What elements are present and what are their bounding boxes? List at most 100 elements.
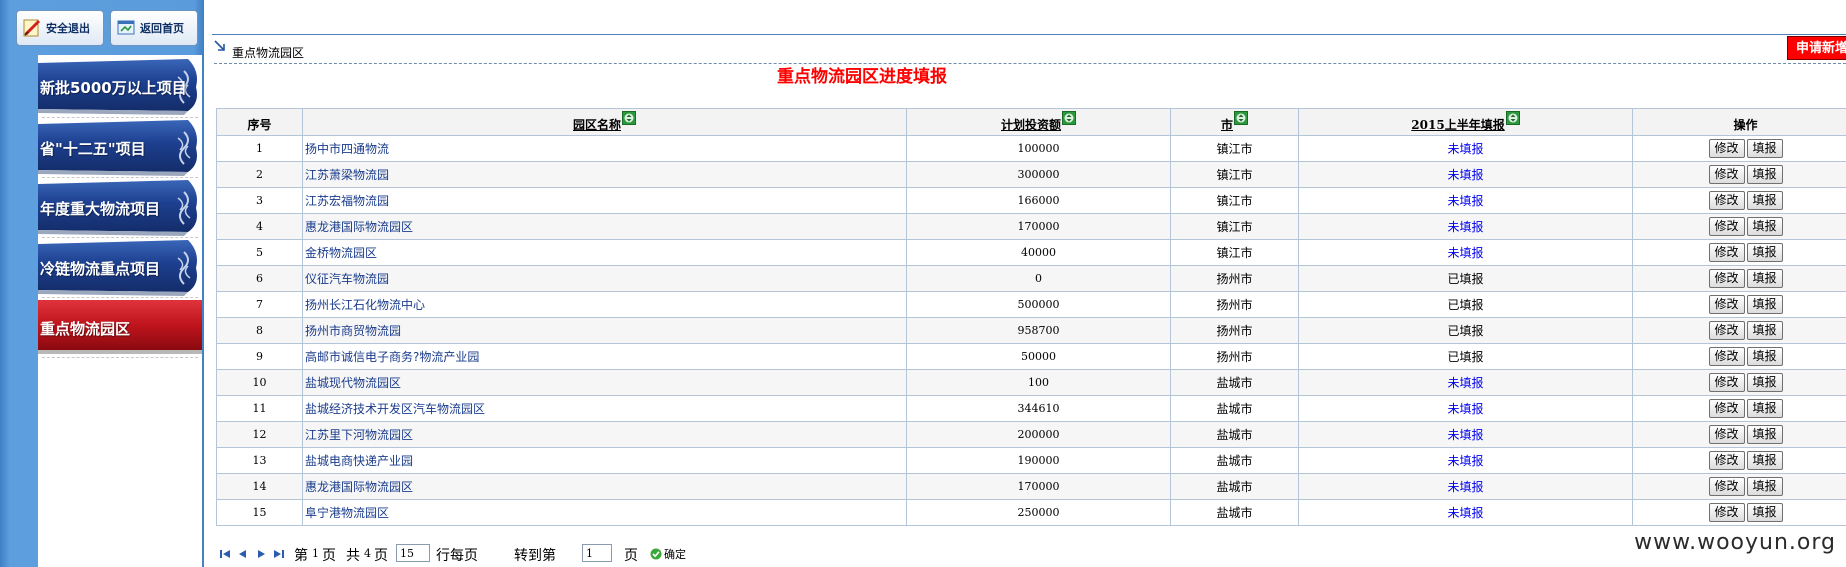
next-page-icon[interactable]	[254, 547, 268, 561]
goto-confirm-button[interactable]: 确定	[650, 546, 686, 562]
fill-report-button[interactable]: 填报	[1746, 269, 1783, 288]
column-header-label[interactable]: 计划投资额	[1001, 118, 1061, 132]
cell-report-status[interactable]: 未填报	[1298, 447, 1633, 474]
edit-button[interactable]: 修改	[1708, 165, 1745, 184]
first-page-icon[interactable]	[218, 547, 232, 561]
menu-divider	[42, 297, 198, 298]
fill-report-button[interactable]: 填报	[1746, 503, 1783, 522]
sidebar-item-twelfth-five-year[interactable]: 省"十二五"项目	[38, 120, 202, 176]
cell-report-status[interactable]: 未填报	[1298, 161, 1633, 188]
last-page-icon[interactable]	[272, 547, 286, 561]
cell-report-status[interactable]: 未填报	[1298, 395, 1633, 422]
edit-button[interactable]: 修改	[1708, 295, 1745, 314]
sort-icon[interactable]	[1062, 111, 1076, 125]
pagination-bar: 第 1 页 共 4 页 行每页 转到第 页 确定	[218, 543, 818, 565]
cell-park-name-link[interactable]: 惠龙港国际物流园区	[302, 213, 907, 240]
cell-investment: 50000	[906, 343, 1171, 370]
cell-park-name-link[interactable]: 阜宁港物流园区	[302, 499, 907, 526]
sidebar: 安全退出 返回首页 新批5000万以上项目 省"十二五"项目 年度重大物流项目 …	[0, 0, 204, 567]
table-header-row: 序号 园区名称 计划投资额 市 2015上半年填报 操作	[216, 108, 1846, 136]
fill-report-button[interactable]: 填报	[1746, 399, 1783, 418]
fill-report-button[interactable]: 填报	[1746, 321, 1783, 340]
fill-report-button[interactable]: 填报	[1746, 295, 1783, 314]
table-row: 4 惠龙港国际物流园区 170000 镇江市 未填报 修改 填报	[216, 213, 1846, 240]
cell-report-status[interactable]: 未填报	[1298, 421, 1633, 448]
cell-park-name-link[interactable]: 惠龙港国际物流园区	[302, 473, 907, 500]
column-header-name[interactable]: 园区名称	[302, 108, 907, 136]
fill-report-button[interactable]: 填报	[1746, 347, 1783, 366]
column-header-report[interactable]: 2015上半年填报	[1298, 108, 1633, 136]
edit-button[interactable]: 修改	[1708, 191, 1745, 210]
edit-button[interactable]: 修改	[1708, 139, 1745, 158]
sidebar-item-new-projects[interactable]: 新批5000万以上项目	[38, 59, 202, 115]
sort-icon[interactable]	[1234, 111, 1248, 125]
cell-report-status[interactable]: 未填报	[1298, 369, 1633, 396]
column-header-investment[interactable]: 计划投资额	[906, 108, 1171, 136]
table-row: 9 高邮市诚信电子商务?物流产业园 50000 扬州市 已填报 修改 填报	[216, 343, 1846, 370]
cell-park-name-link[interactable]: 盐城经济技术开发区汽车物流园区	[302, 395, 907, 422]
sort-icon[interactable]	[1505, 111, 1520, 125]
cell-park-name-link[interactable]: 扬州市商贸物流园	[302, 317, 907, 344]
column-header-label[interactable]: 2015上半年填报	[1411, 118, 1504, 132]
edit-button[interactable]: 修改	[1708, 217, 1745, 236]
fill-report-button[interactable]: 填报	[1746, 191, 1783, 210]
edit-button[interactable]: 修改	[1708, 373, 1745, 392]
cell-investment: 100000	[906, 135, 1171, 162]
edit-button[interactable]: 修改	[1708, 243, 1745, 262]
edit-button[interactable]: 修改	[1708, 399, 1745, 418]
fill-report-button[interactable]: 填报	[1746, 217, 1783, 236]
column-header-city[interactable]: 市	[1170, 108, 1299, 136]
cell-seq: 4	[216, 213, 303, 240]
column-header-label[interactable]: 市	[1221, 118, 1233, 132]
rows-per-page-input[interactable]	[396, 544, 430, 562]
goto-page-input[interactable]	[582, 544, 612, 562]
table-row: 10 盐城现代物流园区 100 盐城市 未填报 修改 填报	[216, 369, 1846, 396]
cell-report-status[interactable]: 未填报	[1298, 473, 1633, 500]
fill-report-button[interactable]: 填报	[1746, 373, 1783, 392]
fill-report-button[interactable]: 填报	[1746, 165, 1783, 184]
sort-icon[interactable]	[622, 111, 636, 125]
edit-button[interactable]: 修改	[1708, 321, 1745, 340]
fill-report-button[interactable]: 填报	[1746, 243, 1783, 262]
table-row: 13 盐城电商快递产业园 190000 盐城市 未填报 修改 填报	[216, 447, 1846, 474]
cell-park-name-link[interactable]: 仪征汽车物流园	[302, 265, 907, 292]
fill-report-button[interactable]: 填报	[1746, 425, 1783, 444]
edit-button[interactable]: 修改	[1708, 269, 1745, 288]
cell-park-name-link[interactable]: 扬州长江石化物流中心	[302, 291, 907, 318]
cell-park-name-link[interactable]: 金桥物流园区	[302, 239, 907, 266]
cell-report-status[interactable]: 未填报	[1298, 187, 1633, 214]
cell-park-name-link[interactable]: 扬中市四通物流	[302, 135, 907, 162]
fill-report-button[interactable]: 填报	[1746, 139, 1783, 158]
column-header-label[interactable]: 园区名称	[573, 118, 621, 132]
sidebar-item-logistics-parks[interactable]: 重点物流园区	[38, 300, 202, 356]
cell-park-name-link[interactable]: 盐城现代物流园区	[302, 369, 907, 396]
edit-button[interactable]: 修改	[1708, 425, 1745, 444]
cell-park-name-link[interactable]: 江苏宏福物流园	[302, 187, 907, 214]
pager-label-goto-unit: 页	[624, 548, 638, 564]
edit-button[interactable]: 修改	[1708, 503, 1745, 522]
cell-seq: 10	[216, 369, 303, 396]
edit-button[interactable]: 修改	[1708, 477, 1745, 496]
sidebar-item-annual-major[interactable]: 年度重大物流项目	[38, 180, 202, 236]
cell-park-name-link[interactable]: 江苏萧梁物流园	[302, 161, 907, 188]
fill-report-button[interactable]: 填报	[1746, 477, 1783, 496]
menu-divider	[42, 117, 198, 118]
table-row: 5 金桥物流园区 40000 镇江市 未填报 修改 填报	[216, 239, 1846, 266]
cell-report-status[interactable]: 未填报	[1298, 239, 1633, 266]
edit-button[interactable]: 修改	[1708, 347, 1745, 366]
cell-report-status[interactable]: 未填报	[1298, 213, 1633, 240]
cell-park-name-link[interactable]: 江苏里下河物流园区	[302, 421, 907, 448]
home-button[interactable]: 返回首页	[110, 10, 198, 46]
sidebar-item-cold-chain[interactable]: 冷链物流重点项目	[38, 240, 202, 296]
cell-report-status[interactable]: 未填报	[1298, 135, 1633, 162]
previous-page-icon[interactable]	[236, 547, 250, 561]
edit-button[interactable]: 修改	[1708, 451, 1745, 470]
cell-park-name-link[interactable]: 盐城电商快递产业园	[302, 447, 907, 474]
apply-new-button[interactable]: 申请新增	[1787, 36, 1846, 60]
cell-park-name-link[interactable]: 高邮市诚信电子商务?物流产业园	[302, 343, 907, 370]
logout-button[interactable]: 安全退出	[16, 10, 104, 46]
cell-report-status[interactable]: 未填报	[1298, 499, 1633, 526]
fill-report-button[interactable]: 填报	[1746, 451, 1783, 470]
cell-operations: 修改 填报	[1632, 291, 1846, 318]
breadcrumb-arrow-icon	[214, 40, 225, 51]
